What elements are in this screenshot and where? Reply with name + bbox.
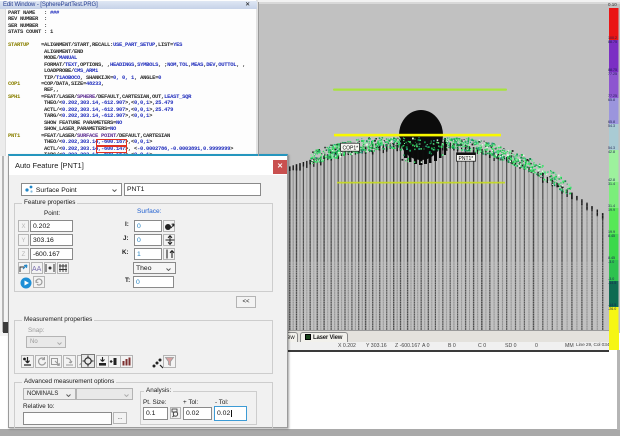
svg-text:AA: AA [32, 266, 42, 273]
svg-text:-14.5: -14.5 [608, 281, 616, 285]
svg-text:-26.0: -26.0 [608, 307, 616, 311]
svg-text:-3.0: -3.0 [608, 260, 614, 264]
svg-text:88.75: 88.75 [608, 40, 617, 44]
svg-text:65.8: 65.8 [608, 98, 615, 102]
svg-text:COP1*: COP1* [343, 146, 359, 152]
svg-text:54.3: 54.3 [608, 124, 615, 128]
svg-text:77.25: 77.25 [608, 72, 617, 76]
svg-text:19.9: 19.9 [608, 208, 615, 212]
svg-text:42.8: 42.8 [608, 150, 615, 154]
svg-text:0.10: 0.10 [608, 2, 617, 7]
svg-text:31.4: 31.4 [608, 182, 615, 186]
svg-text:PNT1*: PNT1* [459, 156, 474, 162]
svg-text:8.45: 8.45 [608, 234, 615, 238]
